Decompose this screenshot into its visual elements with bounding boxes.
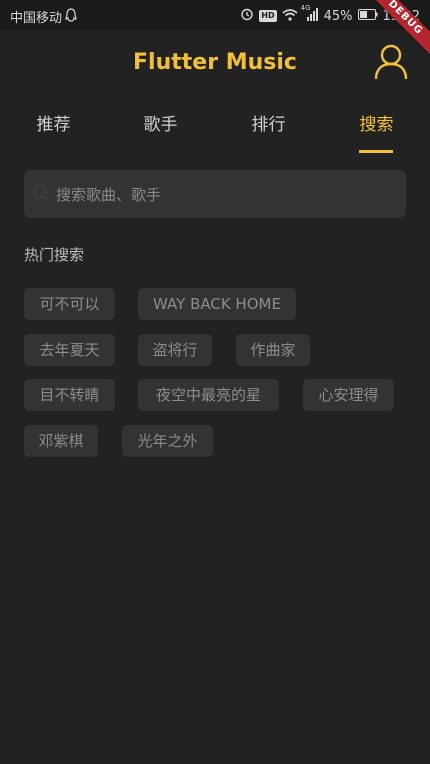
signal-icon: 4G [301, 4, 319, 25]
hd-icon: HD [259, 10, 277, 22]
network-type-label: 4G [300, 3, 311, 12]
battery-icon [357, 8, 378, 24]
hot-search-chip[interactable]: WAY BACK HOME [138, 288, 296, 320]
battery-percent: 45% [323, 8, 353, 24]
search-icon [32, 184, 52, 208]
user-icon [374, 44, 408, 80]
hot-search-chip[interactable]: 光年之外 [122, 425, 213, 457]
alarm-icon [240, 7, 254, 25]
app-title: Flutter Music [133, 50, 297, 75]
hot-search-chip[interactable]: 目不转睛 [24, 379, 115, 411]
tab-bar: 推荐 歌手 排行 搜索 [0, 96, 430, 156]
active-tab-indicator [359, 150, 393, 153]
tab-singers[interactable]: 歌手 [107, 110, 214, 135]
carrier-label: 中国移动 [10, 11, 63, 26]
tab-search[interactable]: 搜索 [323, 110, 430, 135]
hot-search-chip[interactable]: 可不可以 [24, 288, 115, 320]
search-input[interactable] [54, 170, 398, 220]
hot-search-chip[interactable]: 邓紫棋 [24, 425, 98, 457]
profile-button[interactable] [374, 44, 408, 80]
search-box[interactable] [24, 170, 406, 220]
qq-notification-icon [65, 7, 77, 26]
hot-search-chip[interactable]: 夜空中最亮的星 [138, 379, 279, 411]
hot-search-chip[interactable]: 去年夏天 [24, 334, 115, 366]
status-bar: 中国移动 HD 4G 45% 15:22 DEBUG [0, 0, 430, 63]
hot-search-chip[interactable]: 作曲家 [236, 334, 310, 366]
wifi-icon [282, 8, 298, 25]
app-bar: Flutter Music [0, 30, 430, 96]
hot-search-chip[interactable]: 心安理得 [303, 379, 394, 411]
tab-recommend[interactable]: 推荐 [0, 110, 107, 135]
hot-search-chip[interactable]: 盗将行 [138, 334, 212, 366]
hot-search-title: 热门搜索 [24, 246, 85, 264]
tab-rankings[interactable]: 排行 [215, 110, 322, 135]
